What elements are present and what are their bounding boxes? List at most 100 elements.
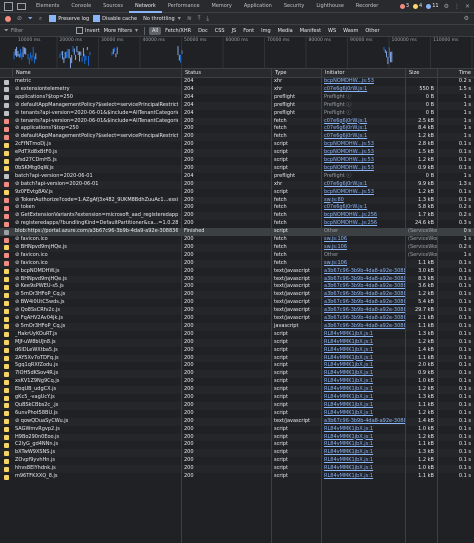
table-row[interactable]: ⊘ tenants?api-version=2020-06-01&$includ…	[0, 117, 474, 126]
table-row[interactable]: ZOvpf9yvhHn.js 200 script RL84vMMK1jbX.js:1…	[0, 457, 474, 465]
cell-initiator[interactable]: bcpNOMDHW...js:53	[321, 189, 405, 197]
search-icon[interactable]: ⌕	[39, 15, 42, 23]
table-row[interactable]: ⊘ extensiontelemetry 204 xhr c07e6g6j0rW.js…	[0, 85, 474, 94]
cell-initiator[interactable]: RL84vMMK1jbX.js:1	[321, 355, 405, 363]
cell-initiator[interactable]: sw.js:106	[321, 236, 405, 244]
tab-sources[interactable]: Sources	[97, 0, 129, 13]
cell-initiator[interactable]: RL84vMMK1jbX.js:1	[321, 473, 405, 481]
cell-initiator[interactable]: RL84vMMK1jbX.js:1	[321, 378, 405, 386]
table-row[interactable]: blob:https://portal.azure.com/a3b67c96-3…	[0, 228, 474, 236]
table-row[interactable]: ⊘ TokenAuthorize?code=1.AZgAfj3x482_9UKM…	[0, 196, 474, 205]
cell-initiator[interactable]: bcpNOMDHW...js:53	[321, 157, 405, 165]
cell-initiator[interactable]: c07e6g6j0rW.js:1	[321, 118, 405, 126]
cell-initiator[interactable]: RL84vMMK1jbX.js:1	[321, 426, 405, 434]
cell-initiator[interactable]: a3b67c96-3b9b-4da8-a92e-308836c...	[321, 291, 405, 299]
cell-initiator[interactable]: a3b67c96-3b9b-4da8-a92e-308836c...	[321, 307, 405, 315]
cell-initiator[interactable]: RL84vMMK1jbX.js:1	[321, 410, 405, 418]
table-row[interactable]: ⊘ tenants?api-version=2020-06-01&$includ…	[0, 110, 474, 118]
table-row[interactable]: ⊘ qowQDuaSyCWu.js 200 text/javascript a3b67…	[0, 417, 474, 426]
network-conditions-icon[interactable]: ≋	[187, 15, 192, 22]
cell-initiator[interactable]: sw.js:106	[321, 260, 405, 268]
cell-initiator[interactable]: RL84vMMK1jbX.js:1	[321, 347, 405, 355]
cell-initiator[interactable]: RL84vMMK1jbX.js:1	[321, 457, 405, 465]
column-status[interactable]: Status	[181, 69, 268, 77]
warning-count-badge[interactable]: 4	[413, 3, 422, 9]
column-time[interactable]: Time	[437, 69, 474, 77]
table-row[interactable]: 6unvPhot58BU.js 200 script RL84vMMK1jbX.js:…	[0, 410, 474, 418]
invert-checkbox[interactable]	[76, 27, 83, 34]
cell-initiator[interactable]: c07e6g6j0rW.js:1	[321, 86, 405, 94]
table-row[interactable]: ⊘ BHNpvd9mjHQe.js 200 fetch sw.js:106 (Servi…	[0, 243, 474, 252]
cell-initiator[interactable]: c07e6g6j0rW.js:1	[321, 181, 405, 189]
filter-type-img[interactable]: Img	[258, 27, 274, 35]
cell-initiator[interactable]: RL84vMMK1jbX.js:1	[321, 465, 405, 473]
filter-input[interactable]: ⏷ Filter	[2, 27, 72, 35]
filter-type-media[interactable]: Media	[275, 27, 296, 35]
filter-type-ws[interactable]: WS	[325, 27, 339, 35]
cell-initiator[interactable]: c07e6g6j0rW.js:1	[321, 125, 405, 133]
table-row[interactable]: xsKV1Z9Ng9Cq.js 200 script RL84vMMK1jbX.js:…	[0, 378, 474, 386]
settings-gear-icon[interactable]: ⚙	[444, 3, 449, 10]
table-row[interactable]: bXTwW9XSNS.js 200 script RL84vMMK1jbX.js:1 1…	[0, 449, 474, 458]
tab-performance[interactable]: Performance	[162, 0, 206, 13]
table-row[interactable]: ⊘ batch?api-version=2020-06-01 200 xhr c07e…	[0, 180, 474, 189]
cell-initiator[interactable]: RL84vMMK1jbX.js:1	[321, 331, 405, 339]
close-devtools-icon[interactable]: ✕	[465, 3, 470, 10]
device-toolbar-icon[interactable]	[17, 2, 26, 10]
table-row[interactable]: applications?$top=250 204 preflight Preflig…	[0, 94, 474, 102]
throttling-select[interactable]: No throttling ▾	[141, 15, 184, 22]
table-row[interactable]: _HakrUyKOuRT.js 200 script RL84vMMK1jbX.js:…	[0, 331, 474, 339]
tab-recorder[interactable]: Recorder	[350, 0, 384, 13]
table-row[interactable]: ⊘ bcpNOMDHW.js 200 text/javascript a3b67c96…	[0, 268, 474, 276]
table-row[interactable]: ⊘ defaultAppManagementPolicy?$select=ser…	[0, 101, 474, 110]
table-row[interactable]: metric 204 xhr bcpNOMDHW...js:53 0.2 s	[0, 78, 474, 86]
cell-initiator[interactable]: c07e6g6j0rW.js:1	[321, 133, 405, 141]
table-row[interactable]: ePdTXd8xBtF0.js 200 script bcpNOMDHW...js:5…	[0, 149, 474, 157]
cell-initiator[interactable]: RL84vMMK1jbX.js:1	[321, 434, 405, 442]
cell-initiator[interactable]: bcpNOMDHW...js:53	[321, 78, 405, 86]
table-row[interactable]: ⊘ GetExtensionVariants?extension=microso…	[0, 212, 474, 221]
table-row[interactable]: ⊘ applications?$top=250 200 fetch c07e6g6j0…	[0, 125, 474, 133]
cell-initiator[interactable]: RL84vMMK1jbX.js:1	[321, 449, 405, 457]
filter-type-other[interactable]: Other	[362, 27, 382, 35]
cell-initiator[interactable]: bcpNOMDHW...js:256	[321, 212, 405, 220]
cell-initiator[interactable]: a3b67c96-3b9b-4da8-a92e-308836c...	[321, 315, 405, 323]
tab-application[interactable]: Application	[238, 0, 278, 13]
tab-memory[interactable]: Memory	[206, 0, 238, 13]
cell-initiator[interactable]: RL84vMMK1jbX.js:1	[321, 441, 405, 449]
network-settings-gear-icon[interactable]: ⚙	[464, 15, 469, 22]
cell-initiator[interactable]: sw.js:106	[321, 244, 405, 252]
table-row[interactable]: ⊘ FqAHV2Av04jk.js 200 text/javascript a3b67…	[0, 315, 474, 323]
column-size[interactable]: Size	[405, 69, 437, 77]
table-row[interactable]: ⊘ defaultAppManagementPolicy?$select=ser…	[0, 133, 474, 142]
table-row[interactable]: d6lDLeWXtba5.js 200 script RL84vMMK1jbX.js:…	[0, 347, 474, 355]
cell-initiator[interactable]: RL84vMMK1jbX.js:1	[321, 362, 405, 370]
table-row[interactable]: 9z0FEvtg8AV.js 200 script bcpNOMDHW...js:53…	[0, 189, 474, 197]
table-row[interactable]: ⊘ Qo8SsCRfv2c.js 200 text/javascript a3b67c…	[0, 307, 474, 315]
cell-initiator[interactable]: RL84vMMK1jbX.js:1	[321, 394, 405, 402]
table-row[interactable]: ⊘ favicon.ico 200 fetch sw.js:106 (ServiceWo…	[0, 236, 474, 244]
filter-type-fetchxhr[interactable]: Fetch/XHR	[162, 27, 194, 35]
table-row[interactable]: SAGWmvRgvp2.js 200 script RL84vMMK1jbX.js:1…	[0, 426, 474, 434]
table-row[interactable]: ⊘ token 200 fetch c07e6g6j0rW.js:1 5.8 kB 0.2…	[0, 204, 474, 212]
error-count-badge[interactable]: 3	[399, 3, 409, 9]
filter-type-css[interactable]: CSS	[212, 27, 228, 35]
cell-initiator[interactable]: a3b67c96-3b9b-4da8-a92e-308836c...	[321, 299, 405, 307]
table-row[interactable]: MJf-uW8bUJn8.js 200 script RL84vMMK1jbX.js:…	[0, 338, 474, 347]
column-name[interactable]: Name	[12, 69, 178, 77]
inspect-element-icon[interactable]	[4, 1, 13, 11]
table-row[interactable]: EbqUB_udgCX.js 200 script RL84vMMK1jbX.js:1…	[0, 386, 474, 394]
import-har-icon[interactable]: ⤒	[198, 15, 201, 23]
cell-initiator[interactable]: sw.js:80	[321, 197, 405, 205]
table-row[interactable]: ⊘ favicon.ico 200 fetch sw.js:106 1.1 kB 0.1 …	[0, 259, 474, 268]
preserve-log-checkbox[interactable]	[49, 15, 57, 22]
export-har-icon[interactable]: ⤓	[206, 15, 209, 23]
filter-type-all[interactable]: All	[148, 26, 162, 35]
table-row[interactable]: m96TFKXXQ_8.js 200 script RL84vMMK1jbX.js:1…	[0, 473, 474, 481]
table-row[interactable]: 7lOH5dKSov4R.js 200 script RL84vMMK1jbX.js:…	[0, 370, 474, 379]
table-row[interactable]: ⊘ Kee9sPWEU-s5.js 200 text/javascript a3b67…	[0, 283, 474, 291]
table-row[interactable]: gKc5_-vagUcY.js 200 script RL84vMMK1jbX.js:…	[0, 394, 474, 402]
cell-initiator[interactable]: a3b67c96-3b9b-4da8-a92e-308836c...	[321, 276, 405, 284]
tab-console[interactable]: Console	[65, 0, 97, 13]
cell-initiator[interactable]: RL84vMMK1jbX.js:1	[321, 339, 405, 347]
